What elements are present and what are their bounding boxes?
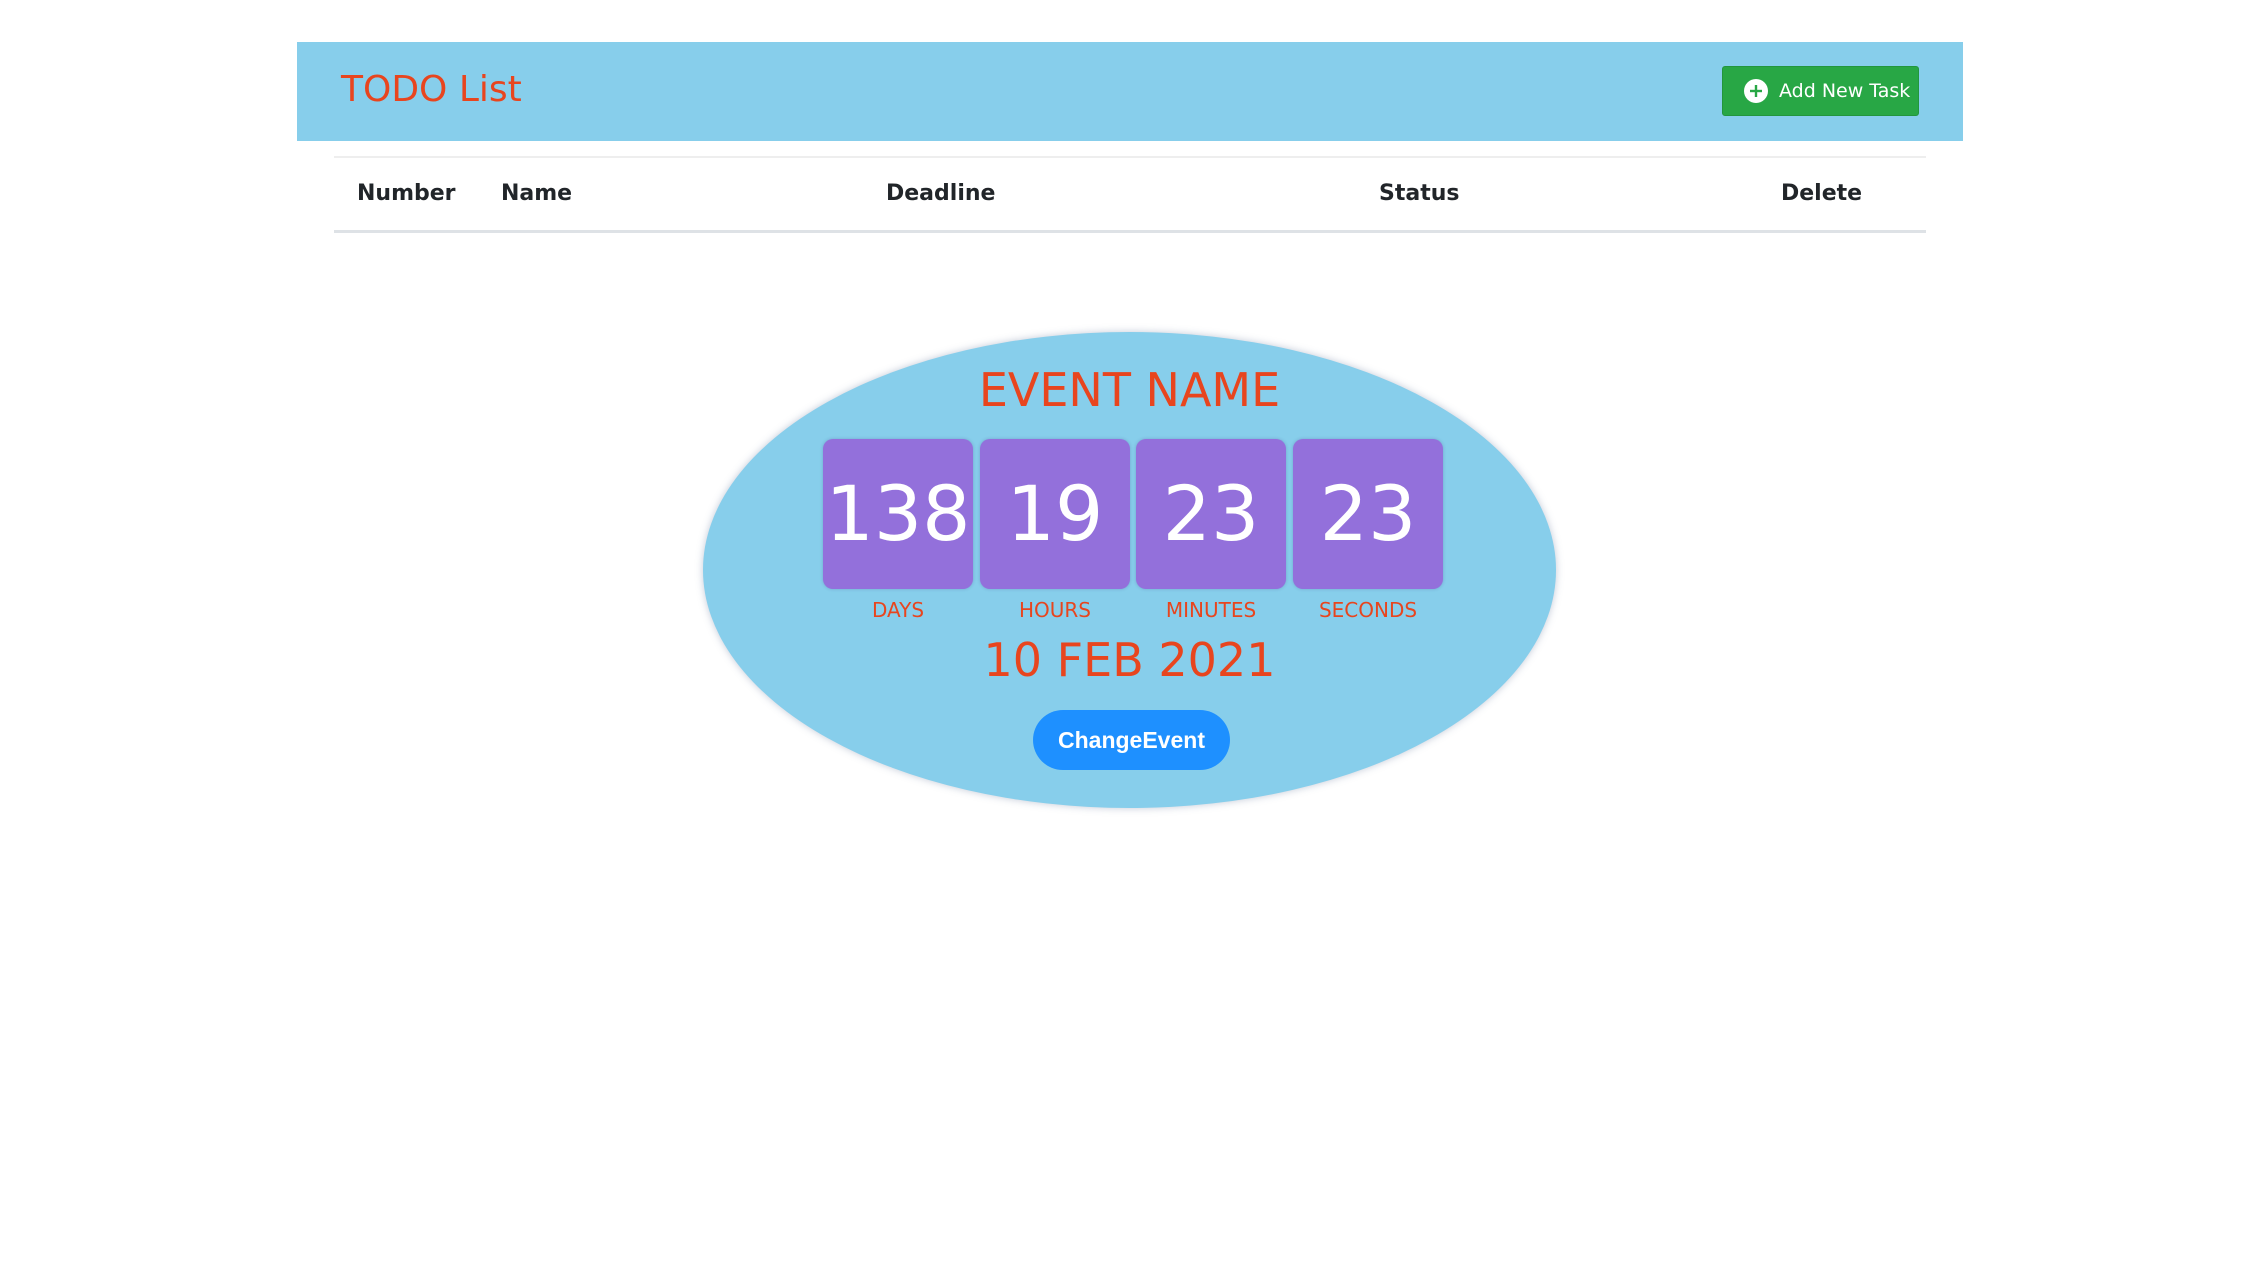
- plus-circle-icon: [1743, 78, 1769, 104]
- countdown-seconds-label: SECONDS: [1318, 598, 1418, 622]
- add-new-task-label: Add New Task: [1779, 80, 1911, 102]
- countdown-minutes-label: MINUTES: [1165, 598, 1257, 622]
- todo-panel: TODO List Add New Task Number Name Deadl…: [297, 42, 1963, 288]
- countdown-seconds-value: 23: [1293, 439, 1443, 589]
- event-name: EVENT NAME: [978, 363, 1281, 417]
- task-table: Number Name Deadline Status Delete: [334, 156, 1926, 233]
- page-title: TODO List: [341, 69, 522, 110]
- column-header-name: Name: [494, 157, 886, 233]
- column-header-number: Number: [334, 157, 494, 233]
- countdown-days-label: DAYS: [871, 598, 925, 622]
- column-header-delete: Delete: [1761, 157, 1926, 233]
- countdown-hours-label: HOURS: [1018, 598, 1091, 622]
- table-header-row: Number Name Deadline Status Delete: [334, 157, 1926, 233]
- todo-header: TODO List Add New Task: [297, 42, 1963, 141]
- countdown-minutes-value: 23: [1136, 439, 1286, 589]
- add-new-task-button[interactable]: Add New Task: [1722, 66, 1919, 116]
- countdown-hours-value: 19: [980, 439, 1130, 589]
- change-event-button[interactable]: ChangeEvent: [1033, 710, 1230, 770]
- column-header-deadline: Deadline: [886, 157, 1379, 233]
- countdown-days-value: 138: [823, 439, 973, 589]
- event-date: 10 FEB 2021: [983, 633, 1276, 687]
- column-header-status: Status: [1379, 157, 1761, 233]
- event-countdown-panel: EVENT NAME 138 19 23 23 DAYS HOURS MINUT…: [703, 332, 1556, 808]
